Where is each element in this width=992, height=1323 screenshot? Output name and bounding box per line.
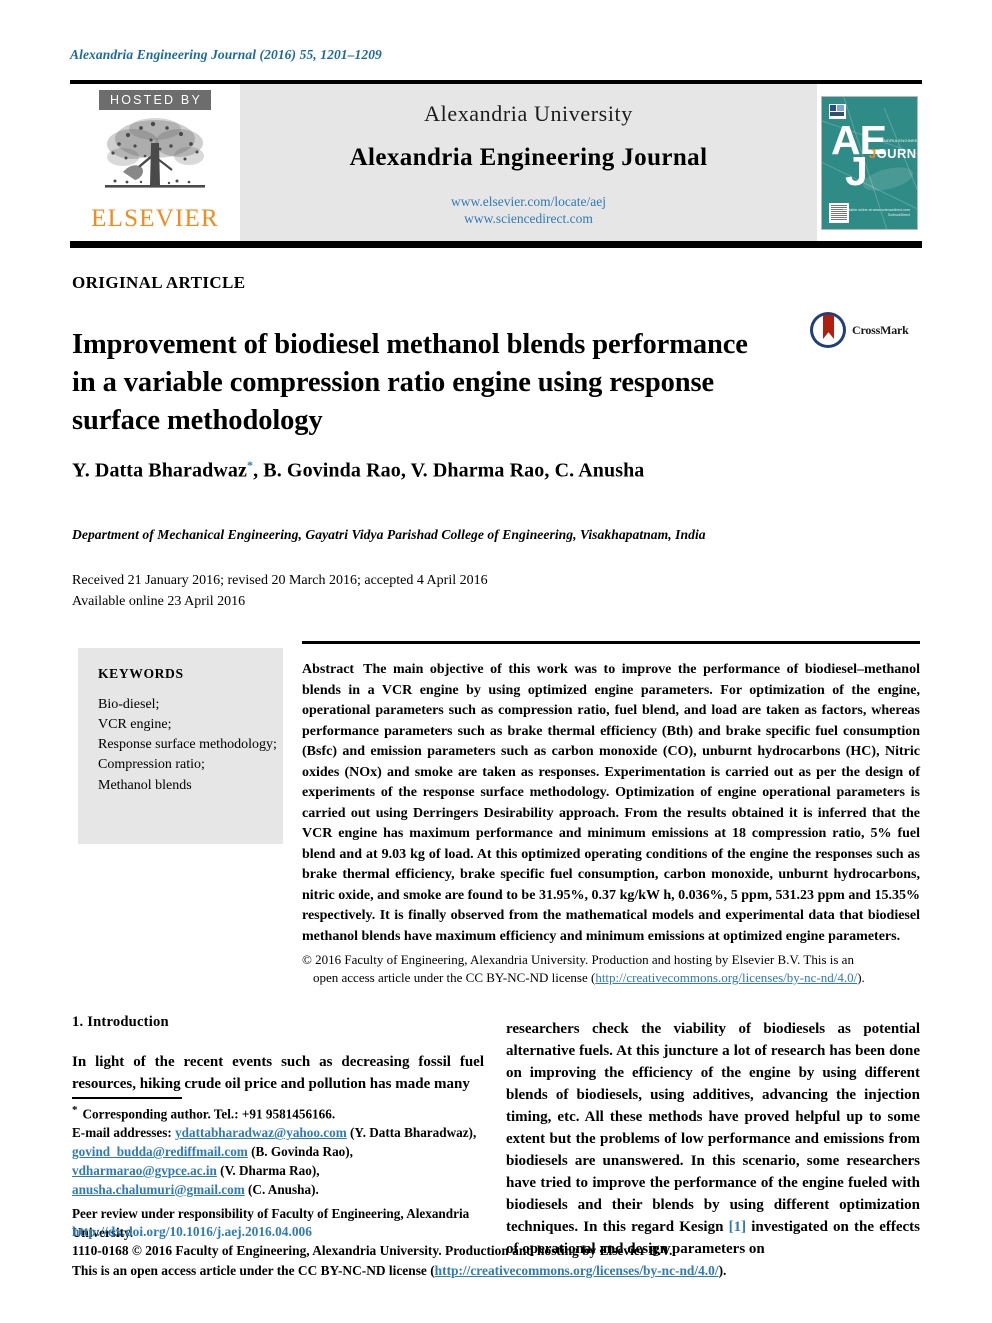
running-head: Alexandria Engineering Journal (2016) 55… bbox=[70, 47, 382, 62]
footer-license-link[interactable]: http://creativecommons.org/licenses/by-n… bbox=[435, 1263, 719, 1278]
abstract-top-rule bbox=[302, 641, 920, 644]
cover-foot-label: Available online at www.sciencedirect.co… bbox=[843, 208, 910, 219]
abstract-block: Abstract The main objective of this work … bbox=[302, 660, 920, 988]
abstract-label: Abstract bbox=[302, 662, 355, 677]
received-line: Received 21 January 2016; revised 20 Mar… bbox=[72, 573, 488, 588]
intro-paragraph-left: In light of the recent events such as de… bbox=[72, 1054, 484, 1093]
email-name-2: (B. Govinda Rao), bbox=[247, 1144, 353, 1160]
cover-journal-rest: OURNAL bbox=[876, 145, 917, 161]
paper-page: Alexandria Engineering Journal (2016) 55… bbox=[0, 0, 992, 1323]
journal-title-block: Alexandria University Alexandria Enginee… bbox=[240, 84, 817, 241]
email-name-4: (C. Anusha). bbox=[244, 1181, 319, 1197]
crossmark-badge[interactable]: CrossMark bbox=[810, 310, 915, 350]
doi-link[interactable]: http://dx.doi.org/10.1016/j.aej.2016.04.… bbox=[72, 1222, 772, 1241]
email-link-1[interactable]: ydattabharadwaz@yahoo.com bbox=[175, 1125, 347, 1140]
license-pre-text: open access article under the CC BY-NC-N… bbox=[313, 970, 596, 986]
elsevier-tree-icon bbox=[93, 113, 217, 205]
footer-license-post: ). bbox=[718, 1262, 727, 1278]
link-locate-aej[interactable]: www.elsevier.com/locate/aej bbox=[240, 194, 817, 211]
corresponding-author-note: * Corresponding author. Tel.: +91 9581456… bbox=[72, 1103, 487, 1124]
footnote-star-marker: * bbox=[72, 1104, 78, 1116]
cover-journal-j: J bbox=[869, 145, 877, 161]
keywords-box: KEYWORDS Bio-diesel; VCR engine; Respons… bbox=[78, 648, 283, 844]
author-list: Y. Datta Bharadwaz*, B. Govinda Rao, V. … bbox=[72, 458, 644, 483]
journal-cover-block: ALEXANDRIA ENGINEERING AE J JOURNAL Avai… bbox=[817, 84, 922, 241]
license-post-text: ). bbox=[857, 970, 865, 986]
keywords-list: Bio-diesel; VCR engine; Response surface… bbox=[98, 697, 277, 793]
elsevier-wordmark: ELSEVIER bbox=[91, 205, 219, 233]
journal-name: Alexandria Engineering Journal bbox=[349, 144, 708, 171]
issn-copyright-line: 1110-0168 © 2016 Faculty of Engineering,… bbox=[72, 1243, 673, 1259]
elsevier-logo-block: HOSTED BY ELSEVIER bbox=[70, 84, 240, 241]
email-link-2[interactable]: govind_budda@rediffmail.com bbox=[72, 1144, 248, 1159]
email-label: E-mail addresses: bbox=[72, 1125, 172, 1141]
journal-header-band: HOSTED BY ELSEVIER Alexandria University… bbox=[70, 80, 922, 248]
email-name-3: (V. Dharma Rao), bbox=[216, 1163, 320, 1179]
intro-paragraph-right-pre: researchers check the viability of biodi… bbox=[506, 1021, 920, 1236]
cover-foot-line2: ScienceDirect bbox=[887, 213, 910, 218]
footer-license-line: This is an open access article under the… bbox=[72, 1261, 772, 1280]
page-title: Improvement of biodiesel methanol blends… bbox=[72, 329, 748, 436]
copyright-line-1: © 2016 Faculty of Engineering, Alexandri… bbox=[302, 952, 854, 967]
footnote-rule bbox=[72, 1097, 182, 1099]
university-name: Alexandria University bbox=[424, 101, 633, 126]
hosted-by-badge: HOSTED BY bbox=[98, 90, 212, 111]
footer-license-pre: This is an open access article under the… bbox=[72, 1262, 435, 1278]
abstract-text: The main objective of this work was to i… bbox=[302, 662, 920, 944]
email-link-3[interactable]: vdharmarao@gvpce.ac.in bbox=[72, 1163, 217, 1178]
abstract-copyright: © 2016 Faculty of Engineering, Alexandri… bbox=[302, 951, 920, 988]
journal-cover-thumbnail: ALEXANDRIA ENGINEERING AE J JOURNAL Avai… bbox=[821, 95, 918, 230]
link-sciencedirect[interactable]: www.sciencedirect.com bbox=[240, 211, 817, 228]
article-type-label: ORIGINAL ARTICLE bbox=[72, 273, 246, 292]
corresponding-author-text: Corresponding author. Tel.: +91 95814561… bbox=[82, 1106, 336, 1122]
email-addresses: E-mail addresses: ydattabharadwaz@yahoo.… bbox=[72, 1124, 487, 1200]
author-corresponding: Y. Datta Bharadwaz bbox=[72, 459, 247, 482]
crossmark-label: CrossMark bbox=[852, 322, 909, 337]
intro-left-column: 1. Introduction In light of the recent e… bbox=[72, 1014, 484, 1095]
header-bottom-rule bbox=[70, 241, 922, 248]
footer-license-block: http://dx.doi.org/10.1016/j.aej.2016.04.… bbox=[72, 1222, 772, 1280]
article-dates: Received 21 January 2016; revised 20 Mar… bbox=[72, 571, 488, 612]
author-rest: , B. Govinda Rao, V. Dharma Rao, C. Anus… bbox=[253, 459, 645, 482]
copyright-line-2: open access article under the CC BY-NC-N… bbox=[302, 969, 920, 987]
email-name-1: (Y. Datta Bharadwaz), bbox=[346, 1125, 477, 1141]
header-band-inner: HOSTED BY ELSEVIER Alexandria University… bbox=[70, 84, 922, 241]
email-link-4[interactable]: anusha.chalumuri@gmail.com bbox=[72, 1182, 245, 1197]
affiliation: Department of Mechanical Engineering, Ga… bbox=[72, 527, 706, 542]
crossmark-icon bbox=[810, 312, 846, 348]
available-online-line: Available online 23 April 2016 bbox=[72, 593, 246, 609]
cover-journal-word: JOURNAL bbox=[869, 145, 917, 161]
keywords-title: KEYWORDS bbox=[98, 666, 184, 681]
journal-links: www.elsevier.com/locate/aej www.scienced… bbox=[240, 194, 817, 228]
license-link[interactable]: http://creativecommons.org/licenses/by-n… bbox=[595, 970, 857, 985]
section-heading-introduction: 1. Introduction bbox=[72, 1014, 169, 1030]
